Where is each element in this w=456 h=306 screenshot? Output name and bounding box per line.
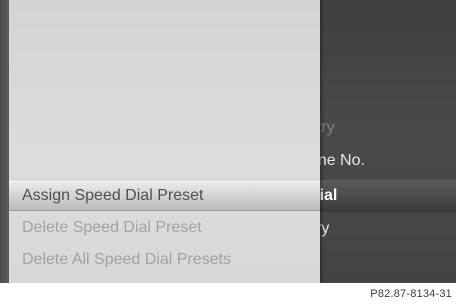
- menu-item-label: Delete Speed Dial Preset: [22, 219, 202, 236]
- menu-item-label: Delete All Speed Dial Presets: [22, 251, 231, 268]
- display-screen: tails lete ve Entry d Phone No. eed Dial…: [0, 0, 456, 283]
- menu-item-assign-speed-dial-preset[interactable]: Assign Speed Dial Preset: [9, 181, 320, 211]
- menu-item-delete-all-speed-dial-presets[interactable]: Delete All Speed Dial Presets: [9, 245, 320, 275]
- menu-item-label: Assign Speed Dial Preset: [22, 187, 204, 204]
- figure-code: P82.87-8134-31: [370, 288, 452, 300]
- left-edge-strip: [0, 0, 9, 283]
- menu-item-delete-speed-dial-preset[interactable]: Delete Speed Dial Preset: [9, 213, 320, 243]
- speed-dial-submenu: Assign Speed Dial Preset Delete Speed Di…: [9, 0, 320, 283]
